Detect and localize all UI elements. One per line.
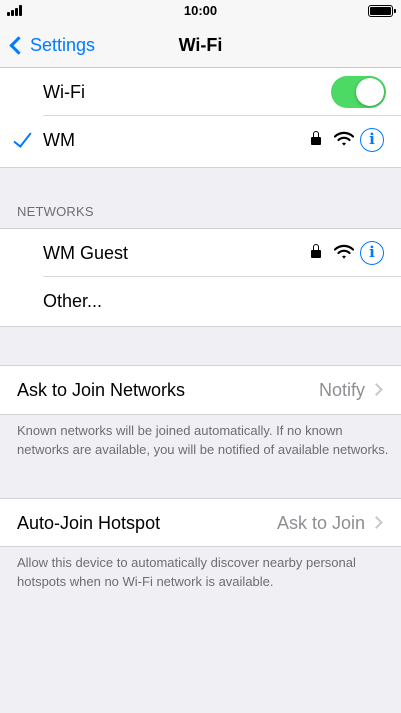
lock-icon — [311, 244, 321, 258]
network-row-other[interactable]: Other... — [0, 277, 401, 325]
networks-section-header: NETWORKS — [17, 204, 94, 219]
connected-network-row[interactable]: WM i — [0, 116, 401, 164]
wifi-icon — [334, 131, 354, 146]
wifi-icon — [334, 244, 354, 259]
auto-join-row[interactable]: Auto-Join Hotspot Ask to Join — [0, 499, 401, 547]
wifi-label: Wi-Fi — [43, 82, 85, 102]
networks-group: WM Guest i Other... — [0, 228, 401, 327]
auto-join-group: Auto-Join Hotspot Ask to Join — [0, 498, 401, 547]
auto-join-value: Ask to Join — [276, 513, 365, 533]
auto-join-label: Auto-Join Hotspot — [17, 513, 161, 533]
ask-to-join-footer: Known networks will be joined automatica… — [17, 423, 389, 457]
auto-join-footer: Allow this device to automatically disco… — [17, 555, 356, 589]
ask-to-join-group: Ask to Join Networks Notify — [0, 365, 401, 415]
status-bar: 10:00 — [0, 0, 401, 22]
toggle-knob — [356, 78, 384, 106]
lock-icon — [311, 131, 321, 145]
info-icon[interactable]: i — [360, 241, 384, 265]
page-title: Wi-Fi — [178, 35, 223, 55]
status-time: 10:00 — [183, 3, 218, 18]
info-icon[interactable]: i — [360, 128, 384, 152]
battery-icon — [368, 5, 396, 17]
wifi-group: Wi-Fi WM i — [0, 68, 401, 168]
wifi-toggle-row: Wi-Fi — [0, 68, 401, 116]
check-icon — [16, 129, 30, 149]
ask-to-join-label: Ask to Join Networks — [17, 380, 186, 400]
other-network-label: Other... — [43, 291, 103, 311]
navigation-bar: Settings Wi-Fi — [0, 22, 401, 68]
network-row-wm-guest[interactable]: WM Guest i — [0, 229, 401, 277]
chevron-right-icon — [370, 516, 383, 529]
wifi-settings-screen: 10:00 Settings Wi-Fi Wi-Fi WM i NETWORKS… — [0, 0, 401, 713]
connected-network-name: WM — [43, 130, 75, 150]
network-name: WM Guest — [43, 243, 129, 263]
ask-to-join-value: Notify — [318, 380, 365, 400]
chevron-right-icon — [370, 383, 383, 396]
ask-to-join-row[interactable]: Ask to Join Networks Notify — [0, 366, 401, 414]
wifi-toggle[interactable] — [331, 76, 386, 108]
